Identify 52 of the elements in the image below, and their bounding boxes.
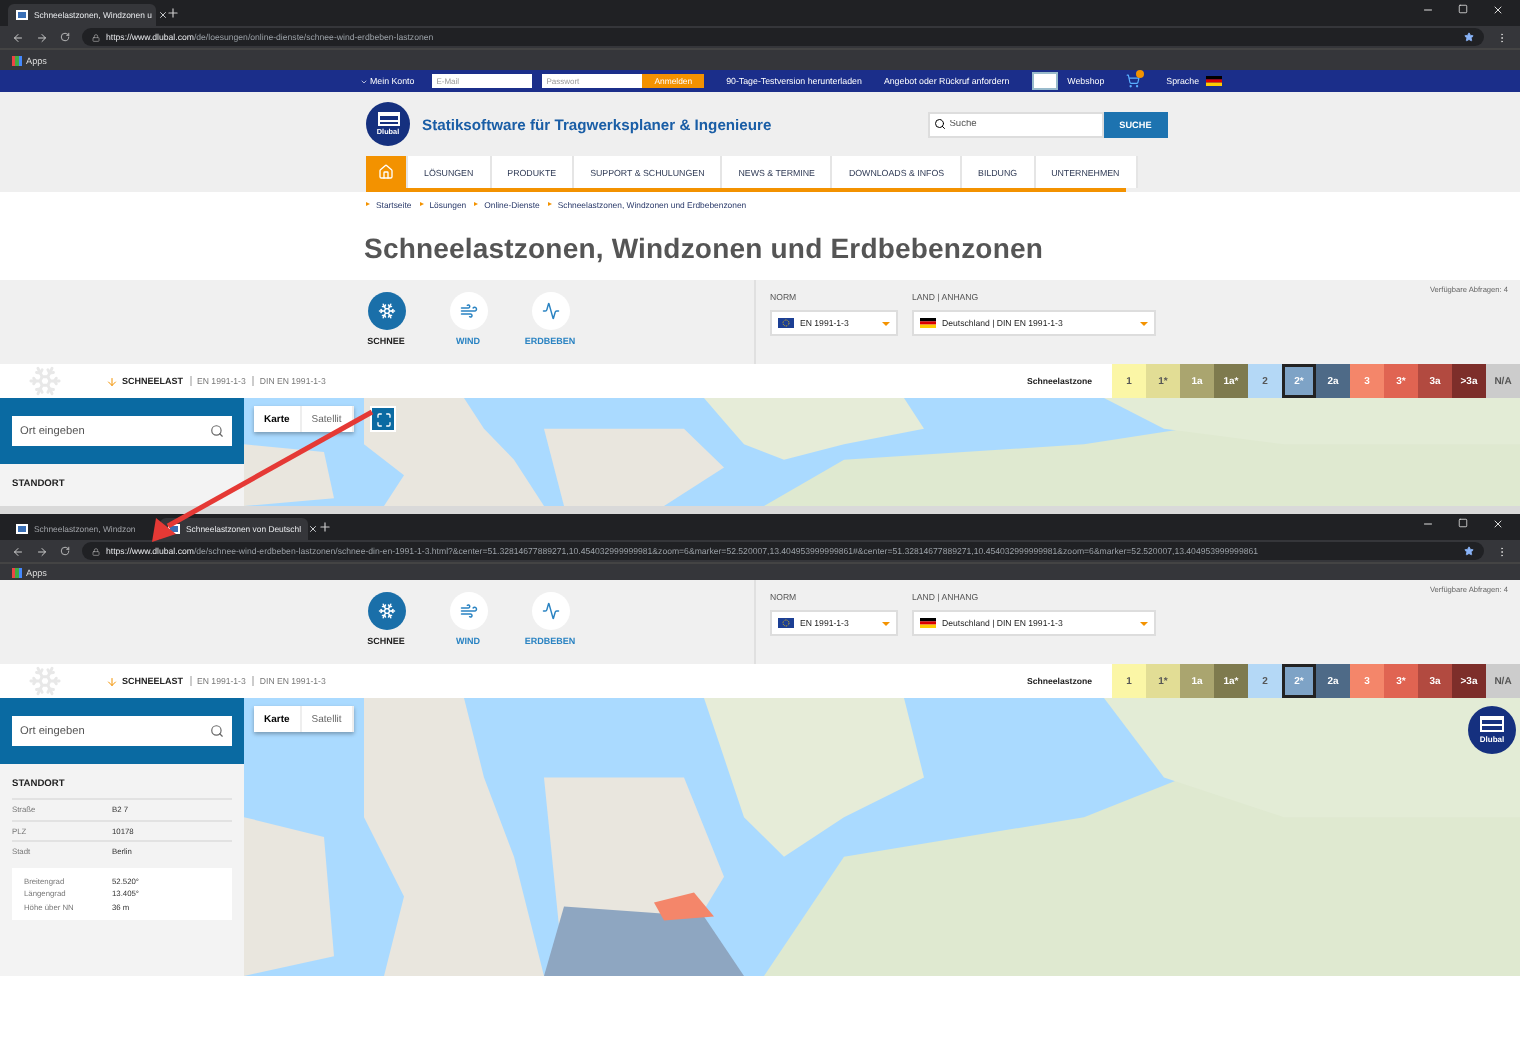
- caret-icon: [1140, 621, 1148, 625]
- hazard-button[interactable]: [449, 292, 487, 330]
- snowflake-icon: [377, 302, 395, 320]
- lock-icon: [92, 547, 100, 555]
- wind-icon: [459, 302, 477, 320]
- new-tab-icon[interactable]: [166, 6, 180, 20]
- bookmark-star-icon[interactable]: [1464, 32, 1474, 42]
- seismograph-icon: [541, 302, 559, 320]
- favicon-icon: [16, 10, 28, 20]
- german-flag-icon: [1205, 76, 1222, 86]
- hazard-button[interactable]: [449, 592, 487, 630]
- reload-icon[interactable]: [60, 546, 70, 556]
- german-flag-icon: [920, 318, 936, 328]
- hazard-button[interactable]: [367, 592, 405, 630]
- bookmark-star-icon[interactable]: [1464, 546, 1474, 556]
- search-icon: [933, 118, 946, 130]
- minimize-icon[interactable]: [1422, 4, 1434, 16]
- eu-flag-icon: [778, 318, 794, 328]
- search-icon: [210, 424, 224, 438]
- caret-icon: [882, 321, 890, 325]
- lock-icon: [92, 33, 100, 41]
- forward-icon[interactable]: [36, 545, 48, 557]
- maximize-icon[interactable]: [1458, 4, 1468, 14]
- page-title: Schneelastzonen, Windzonen und Erdbebenzonen: [362, 230, 1046, 268]
- eu-flag-icon: [778, 618, 794, 628]
- home-icon: [378, 164, 394, 180]
- hazard-button[interactable]: [367, 292, 405, 330]
- down-arrow-icon: [106, 675, 118, 687]
- reload-icon[interactable]: [60, 32, 70, 42]
- minimize-icon[interactable]: [1422, 518, 1434, 530]
- wind-icon: [459, 602, 477, 620]
- down-arrow-icon: [106, 375, 118, 387]
- favicon-icon: [16, 524, 28, 534]
- search-icon: [210, 724, 224, 738]
- new-tab-icon[interactable]: [318, 520, 332, 534]
- webshop-icon[interactable]: [1031, 72, 1058, 90]
- fullscreen-icon: [375, 411, 391, 427]
- hazard-button[interactable]: [531, 292, 569, 330]
- cart-icon[interactable]: [1126, 74, 1141, 88]
- caret-icon: [882, 621, 890, 625]
- fullscreen-button[interactable]: [370, 406, 396, 432]
- caret-icon: [1140, 321, 1148, 325]
- close-icon[interactable]: [1492, 518, 1504, 530]
- snowflake-icon: [377, 602, 395, 620]
- close-icon[interactable]: [1492, 4, 1504, 16]
- seismograph-icon: [541, 602, 559, 620]
- forward-icon[interactable]: [36, 31, 48, 43]
- hazard-button[interactable]: [531, 592, 569, 630]
- maximize-icon[interactable]: [1458, 518, 1468, 528]
- back-icon[interactable]: [12, 31, 24, 43]
- german-flag-icon: [920, 618, 936, 628]
- back-icon[interactable]: [12, 545, 24, 557]
